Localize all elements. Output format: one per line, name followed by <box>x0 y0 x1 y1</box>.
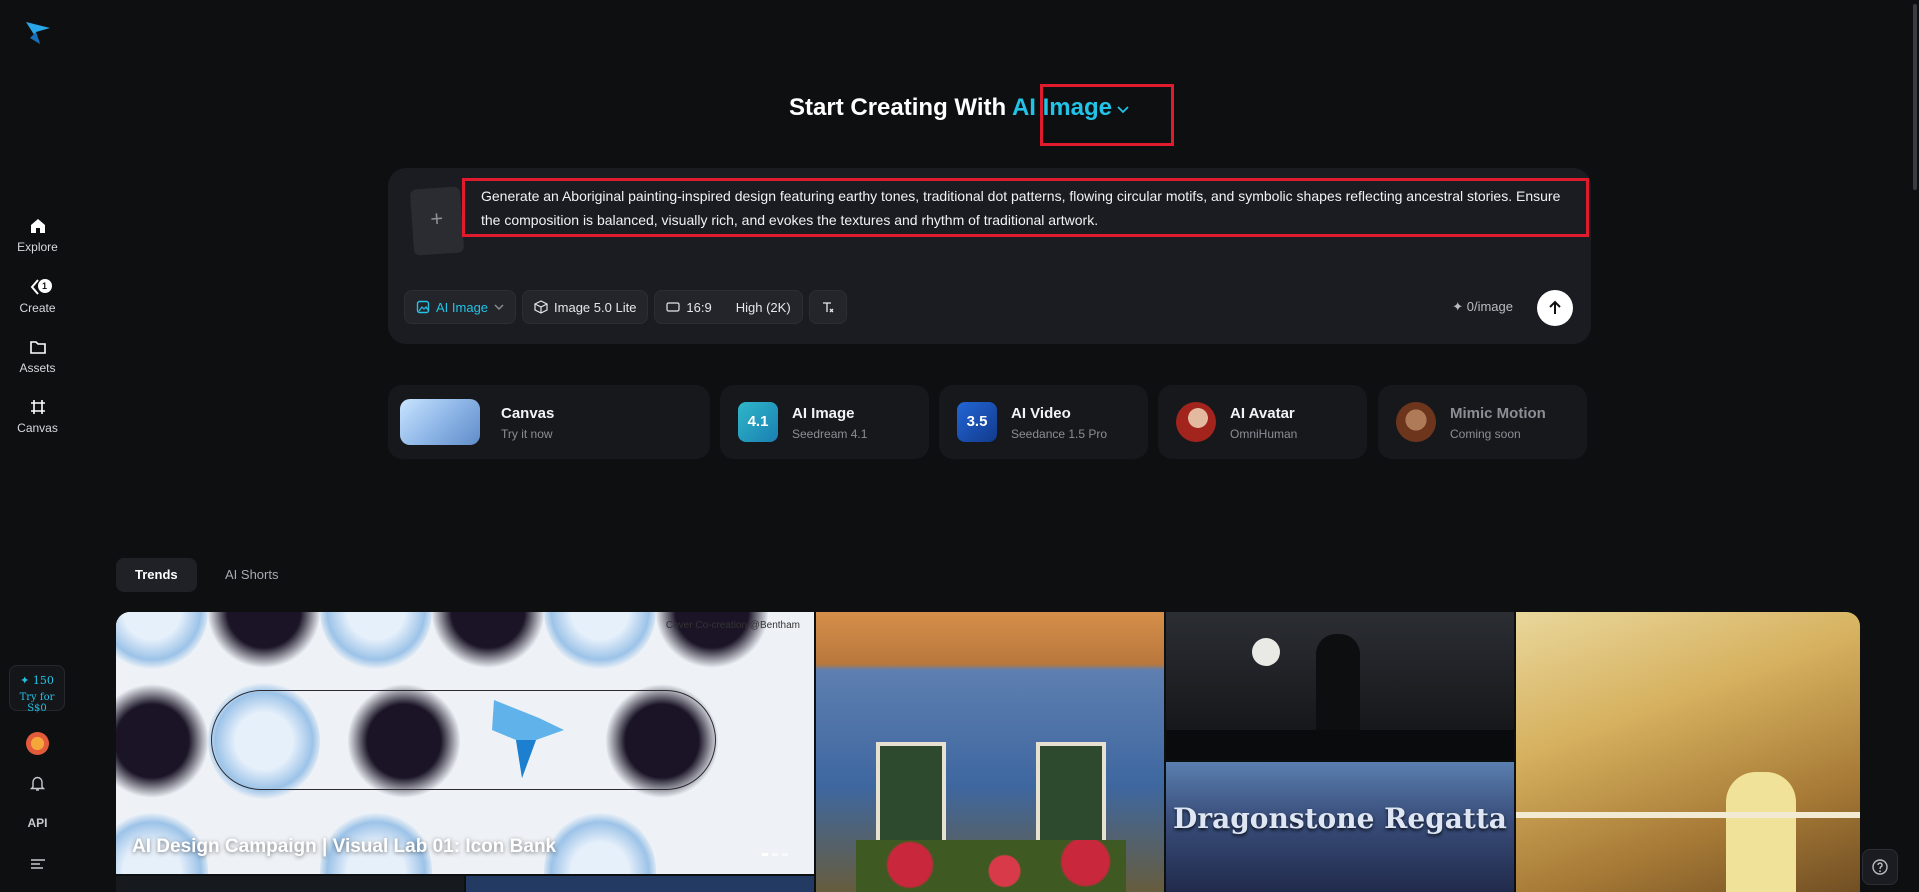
feature-name: AI Image <box>792 405 855 422</box>
prompt-toolbar: AI Image Image 5.0 Lite 16:9 High (2K) <box>404 290 847 324</box>
nav-assets-label: Assets <box>19 361 56 375</box>
nav-explore-label: Explore <box>17 240 58 254</box>
bubble <box>320 612 432 670</box>
gallery-card-porch[interactable] <box>1516 612 1860 892</box>
ratio-quality-select[interactable]: 16:9 High (2K) <box>654 290 803 324</box>
bell-icon[interactable] <box>29 775 46 792</box>
paper-plane-logo[interactable] <box>24 20 52 46</box>
sparkle-icon: ✦ <box>1452 299 1467 314</box>
feature-name: Mimic Motion <box>1450 405 1546 422</box>
gallery-card-dragon[interactable]: Dragonstone Regatta <box>1166 762 1514 892</box>
figure <box>1726 772 1796 892</box>
text-format-button[interactable] <box>808 290 847 324</box>
featured-credit: Cover Co-creation @Bentham <box>665 620 800 631</box>
feature-sub: OmniHuman <box>1230 427 1298 441</box>
carousel-dots[interactable] <box>762 853 788 856</box>
tab-ai-shorts[interactable]: AI Shorts <box>206 558 297 592</box>
feature-card-ai-video[interactable]: 3.5 AI Video Seedance 1.5 Pro <box>939 385 1148 459</box>
bubble <box>432 612 544 670</box>
bubble <box>544 812 656 874</box>
credits-offer[interactable]: ✦ 150 Try for S$0 <box>9 665 65 714</box>
bubble <box>544 612 656 670</box>
api-link[interactable]: API <box>0 816 75 830</box>
feature-name: AI Video <box>1011 405 1071 422</box>
canvas-thumbnail <box>400 399 480 445</box>
home-icon <box>28 216 48 236</box>
cost-indicator: ✦ 0/image <box>1452 299 1513 315</box>
window <box>1036 742 1106 852</box>
dragon-title: Dragonstone Regatta <box>1173 802 1507 835</box>
window <box>876 742 946 852</box>
feature-sub: Coming soon <box>1450 427 1521 441</box>
feature-card-ai-avatar[interactable]: AI Avatar OmniHuman <box>1158 385 1367 459</box>
bubble <box>208 612 320 670</box>
avatar[interactable] <box>26 732 49 755</box>
ai-video-badge: 3.5 <box>957 402 997 442</box>
gallery-card[interactable] <box>466 876 814 892</box>
menu-icon[interactable] <box>30 857 46 871</box>
feature-card-mimic-motion: Mimic Motion Coming soon <box>1378 385 1587 459</box>
feature-name: Canvas <box>501 405 555 422</box>
quality-label: High (2K) <box>735 299 791 315</box>
highlight-box-mode <box>1040 84 1174 146</box>
nav-canvas[interactable]: Canvas <box>0 397 75 435</box>
credits-amount: ✦ 150 <box>20 674 54 687</box>
mode-select-label: AI Image <box>436 299 489 315</box>
ai-avatar-thumbnail <box>1176 402 1216 442</box>
nav-canvas-label: Canvas <box>17 421 58 435</box>
ai-image-badge: 4.1 <box>738 402 778 442</box>
feature-card-canvas[interactable]: Canvas Try it now <box>388 385 710 459</box>
model-select[interactable]: Image 5.0 Lite <box>522 290 649 324</box>
feature-sub: Try it now <box>501 427 553 441</box>
folder-icon <box>28 337 48 357</box>
page-title: Start Creating With AI Image <box>0 94 1919 122</box>
highlight-box-prompt <box>462 178 1589 237</box>
nav-create[interactable]: 1 Create <box>0 277 75 315</box>
scrollbar[interactable] <box>1911 0 1919 892</box>
cost-label: 0/image <box>1466 299 1513 314</box>
model-select-label: Image 5.0 Lite <box>554 299 637 315</box>
send-button[interactable] <box>1537 290 1573 326</box>
gallery-card-house[interactable] <box>816 612 1164 892</box>
sidebar: Explore 1 Create Assets Canvas ✦ 150 Try… <box>0 0 75 892</box>
create-icon: 1 <box>28 277 52 297</box>
image-icon <box>416 300 430 314</box>
gallery-card-featured[interactable]: Cover Co-creation @Bentham AI Design Cam… <box>116 612 814 874</box>
arrow-up-icon <box>1549 300 1561 314</box>
star-icon <box>492 700 564 778</box>
bubble <box>116 612 208 670</box>
feature-card-ai-image[interactable]: 4.1 AI Image Seedream 4.1 <box>720 385 929 459</box>
feature-sub: Seedance 1.5 Pro <box>1011 427 1108 441</box>
gallery-card[interactable] <box>116 876 464 892</box>
title-prefix: Start Creating With <box>789 94 1007 121</box>
mode-select[interactable]: AI Image <box>404 290 517 324</box>
credits-offer-label: Try for S$0 <box>19 692 55 714</box>
help-button[interactable] <box>1862 849 1898 885</box>
moon <box>1252 638 1280 666</box>
featured-caption: AI Design Campaign | Visual Lab 01: Icon… <box>132 836 557 857</box>
ground <box>1166 730 1514 760</box>
create-badge: 1 <box>37 279 52 293</box>
nav-assets[interactable]: Assets <box>0 337 75 375</box>
cube-icon <box>534 300 548 314</box>
chevron-down-icon <box>494 304 504 310</box>
tab-trends[interactable]: Trends <box>116 558 197 592</box>
nav-create-label: Create <box>19 301 56 315</box>
frame-icon <box>28 397 48 417</box>
railing <box>1516 812 1860 818</box>
gallery-card-night[interactable] <box>1166 612 1514 760</box>
nav-explore[interactable]: Explore <box>0 216 75 254</box>
text-format-icon <box>822 302 834 313</box>
mimic-motion-thumbnail <box>1396 402 1436 442</box>
help-icon <box>1872 859 1888 875</box>
feature-sub: Seedream 4.1 <box>792 427 868 441</box>
add-reference-button[interactable]: + <box>409 186 465 256</box>
flowers <box>856 840 1126 892</box>
pill-outline <box>211 690 716 790</box>
aspect-ratio-icon <box>666 302 681 312</box>
ratio-label: 16:9 <box>686 299 712 315</box>
feature-name: AI Avatar <box>1230 405 1295 422</box>
bubble <box>116 682 208 800</box>
